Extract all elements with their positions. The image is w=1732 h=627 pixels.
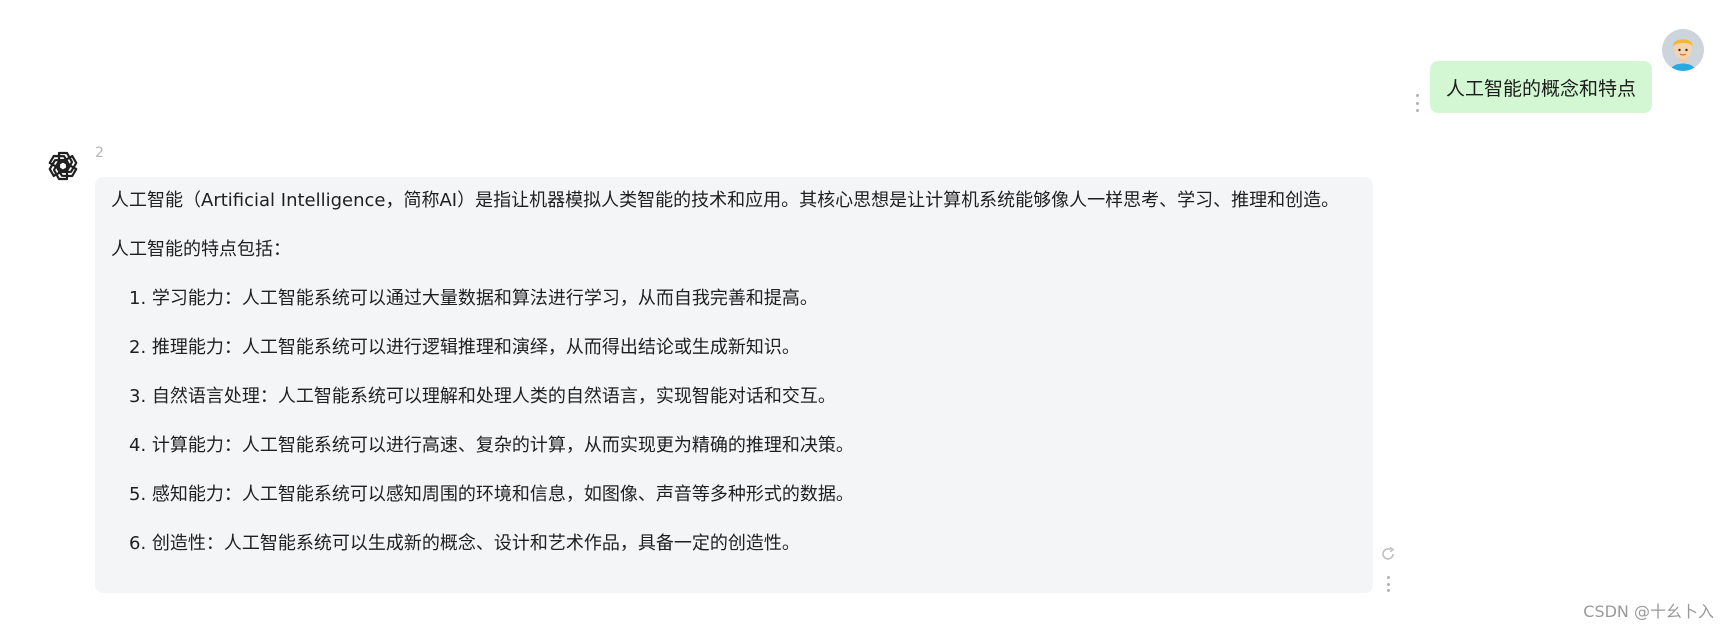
more-dot — [1415, 109, 1419, 112]
more-vertical-icon — [1415, 94, 1419, 97]
feature-list: 1. 学习能力：人工智能系统可以通过大量数据和算法进行学习，从而自我完善和提高。… — [111, 285, 1357, 558]
user-avatar — [1662, 29, 1704, 71]
user-avatar-icon — [1662, 29, 1704, 71]
more-dot — [1415, 101, 1419, 105]
user-message-more-button[interactable] — [1414, 94, 1420, 112]
more-vertical-icon — [1386, 576, 1390, 579]
refresh-icon[interactable] — [1380, 546, 1396, 562]
list-item: 4. 计算能力：人工智能系统可以进行高速、复杂的计算，从而实现更为精确的推理和决… — [129, 435, 854, 456]
list-item: 2. 推理能力：人工智能系统可以进行逻辑推理和演绎，从而得出结论或生成新知识。 — [129, 337, 800, 358]
assistant-message-bubble: 人工智能（Artificial Intelligence，简称AI）是指让机器模… — [95, 177, 1373, 593]
list-item: 1. 学习能力：人工智能系统可以通过大量数据和算法进行学习，从而自我完善和提高。 — [129, 288, 818, 309]
list-item: 5. 感知能力：人工智能系统可以感知周围的环境和信息，如图像、声音等多种形式的数… — [129, 484, 854, 505]
assistant-intro-text: 人工智能（Artificial Intelligence，简称AI）是指让机器模… — [111, 190, 1340, 211]
assistant-actions — [1380, 546, 1396, 592]
user-message-text: 人工智能的概念和特点 — [1445, 77, 1636, 100]
assistant-avatar — [42, 145, 84, 187]
message-index: 2 — [95, 145, 104, 161]
assistant-message-more-button[interactable] — [1385, 576, 1391, 592]
list-item: 6. 创造性：人工智能系统可以生成新的概念、设计和艺术作品，具备一定的创造性。 — [129, 533, 800, 554]
list-item: 3. 自然语言处理：人工智能系统可以理解和处理人类的自然语言，实现智能对话和交互… — [129, 386, 836, 407]
more-dot — [1386, 589, 1390, 592]
more-dot — [1386, 582, 1390, 586]
user-message-bubble: 人工智能的概念和特点 — [1429, 61, 1652, 113]
chat-page: 人工智能的概念和特点 2 人工智能（Artificial Intelligenc… — [0, 0, 1732, 627]
assistant-subheading: 人工智能的特点包括： — [111, 239, 291, 260]
csdn-watermark: CSDN @十幺卜入 — [1583, 602, 1714, 621]
openai-logo-icon — [48, 151, 78, 181]
